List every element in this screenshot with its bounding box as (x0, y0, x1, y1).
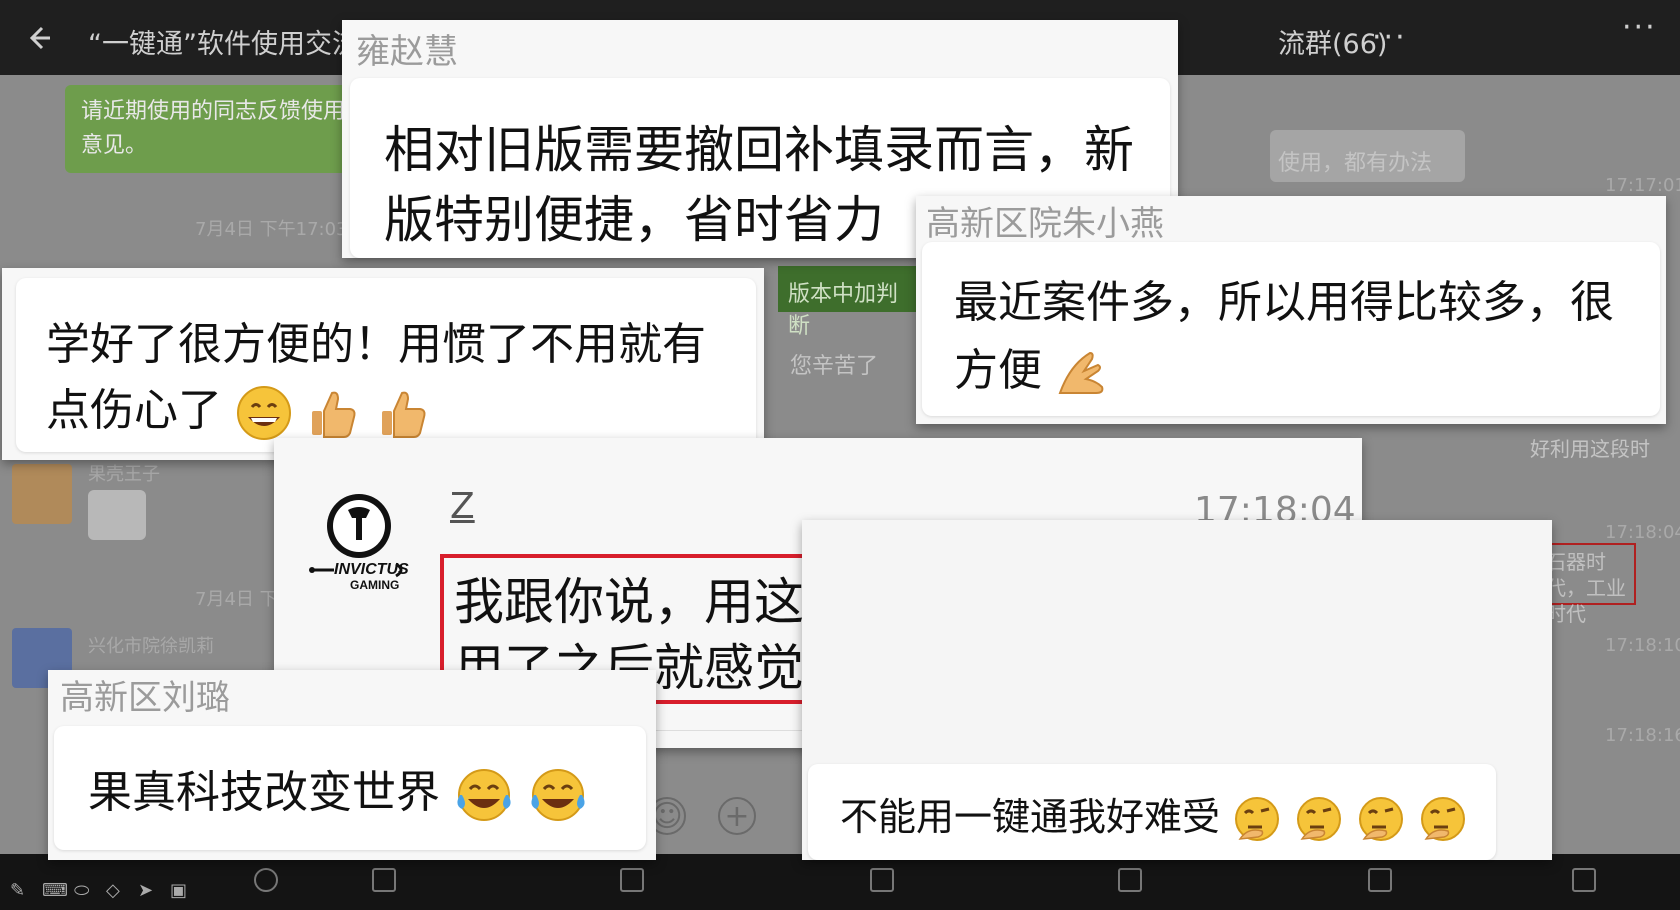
sender-name: 雍赵慧 (356, 32, 458, 72)
message-time: 17:17:01 (1605, 175, 1680, 196)
recents-button-icon[interactable] (372, 868, 396, 892)
thumbs-up-emoji (382, 391, 426, 438)
thanks-message: 您辛苦了 (790, 354, 879, 379)
more-options-icon[interactable]: ··· (1622, 10, 1657, 45)
message-bubble: 最近案件多，所以用得比较多，很 方便 (922, 242, 1660, 416)
tears-of-joy-emoji (457, 769, 511, 821)
pen-tool-icon[interactable]: ✎ (10, 880, 30, 901)
recents-button-icon[interactable] (620, 868, 644, 892)
date-label: 7月4日 下午17:03 (195, 219, 348, 240)
message-line: 版特别便捷，省时省力 (384, 191, 884, 249)
sender-name: 高新区院朱小燕 (926, 204, 1164, 244)
date-label: 7月4日 下 (195, 589, 278, 610)
recents-button-icon[interactable] (870, 868, 894, 892)
eraser-icon[interactable]: ⬭ (74, 880, 94, 901)
message-text: 不能用一键通我好难受 (840, 795, 1221, 839)
sender-name: 果壳王子 (88, 464, 160, 485)
thumbs-up-bubble (88, 490, 146, 540)
more-options-icon[interactable]: ··· (1372, 20, 1407, 55)
quote-card-study: 学好了很方便的！用惯了不用就有 点伤心了 (2, 268, 764, 460)
system-navigation-bar: ✎ ⌨ ⬭ ◇ ➤ ▣ (0, 854, 1680, 910)
message-line-with-emoji: 果真科技改变世界 (88, 756, 588, 823)
thinking-emoji (1421, 796, 1466, 841)
top-green-message: 请近期使用的同志反馈使用意见。 (65, 85, 365, 173)
message-time: 17:18:16 (1605, 725, 1680, 746)
quote-card-bad: 不能用一键通我好难受 (802, 520, 1552, 860)
tears-of-joy-emoji (531, 769, 585, 821)
thinking-emoji (1297, 796, 1342, 841)
home-button-icon[interactable] (254, 868, 278, 892)
recents-button-icon[interactable] (1118, 868, 1142, 892)
message-text: 点伤心了 (46, 385, 222, 436)
recents-button-icon[interactable] (1368, 868, 1392, 892)
thinking-emoji (1359, 796, 1404, 841)
message-time: 17:18:04 (1605, 522, 1680, 543)
background-message-text: 好利用这段时 (1530, 437, 1650, 461)
thinking-emoji (1235, 796, 1280, 841)
message-time: 17:18:10 (1605, 635, 1680, 656)
message-line: 相对旧版需要撤回补填录而言，新 (384, 121, 1134, 179)
svg-text:INVICTUS: INVICTUS (334, 561, 409, 578)
ok-hand-emoji (1058, 351, 1104, 394)
message-line-with-emoji: 点伤心了 (46, 374, 432, 441)
background-highlight-box: 石器时代，工业时代 (1540, 543, 1636, 626)
svg-text:GAMING: GAMING (350, 578, 399, 592)
message-text: 方便 (954, 345, 1042, 396)
sender-name: 高新区刘璐 (60, 678, 230, 718)
version-message: 版本中加判断 (778, 266, 928, 339)
sender-name: 兴化市院徐凯莉 (88, 636, 214, 657)
quote-card-zhu: 高新区院朱小燕 最近案件多，所以用得比较多，很 方便 (916, 196, 1666, 424)
message-bubble: 学好了很方便的！用惯了不用就有 点伤心了 (16, 278, 756, 452)
pointer-icon[interactable]: ➤ (138, 880, 158, 901)
back-arrow-icon[interactable] (22, 22, 54, 54)
message-line: 最近案件多，所以用得比较多，很 (954, 277, 1614, 328)
keyboard-icon[interactable]: ⌨ (42, 880, 68, 901)
message-line-with-emoji: 方便 (954, 334, 1112, 399)
avatar[interactable] (12, 464, 72, 524)
message-bubble: 果真科技改变世界 (54, 726, 646, 850)
invictus-logo-icon: INVICTUS GAMING (309, 494, 409, 592)
quote-card-liu: 高新区刘璐 果真科技改变世界 (48, 670, 656, 860)
thumbs-up-emoji (312, 391, 356, 438)
grinning-emoji (237, 386, 291, 440)
recents-button-icon[interactable] (1572, 868, 1596, 892)
group-title: “一键通”软件使用交流 (88, 29, 359, 60)
sender-name: Z (450, 486, 475, 527)
message-line-with-emoji: 不能用一键通我好难受 (840, 786, 1468, 845)
marker-icon[interactable]: ◇ (106, 880, 126, 901)
invictus-gaming-logo-avatar[interactable]: INVICTUS GAMING (304, 486, 414, 596)
message-bubble: 不能用一键通我好难受 (808, 764, 1496, 860)
message-text: 果真科技改变世界 (88, 767, 440, 818)
video-icon[interactable]: ▣ (170, 880, 190, 901)
add-button-icon[interactable]: + (718, 797, 756, 835)
message-line: 学好了很方便的！用惯了不用就有 (46, 319, 706, 370)
background-message-text: 使用，都有办法 (1278, 151, 1433, 176)
